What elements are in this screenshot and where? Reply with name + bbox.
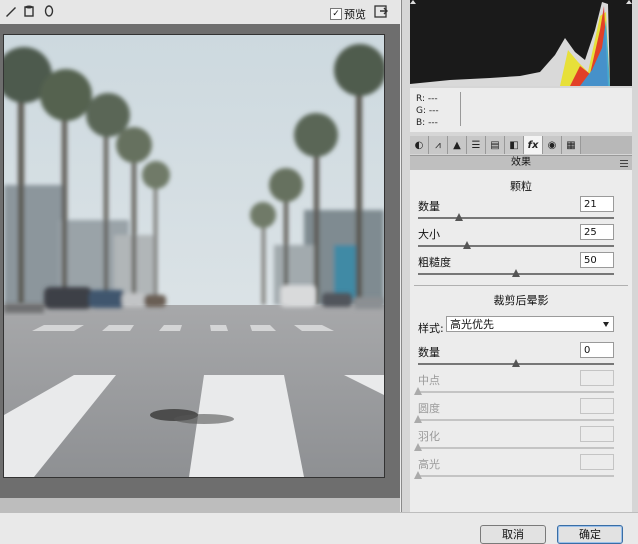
preview-label: 预览 [344, 8, 366, 21]
photo-preview [3, 34, 385, 478]
rgb-readout: R: --- G: --- B: --- [410, 88, 632, 132]
panel-tab-4[interactable]: ▤ [486, 136, 505, 154]
grain-size-input[interactable]: 25 [580, 224, 614, 240]
vignette-highlights-label: 高光 [418, 458, 440, 471]
grain-title: 颗粒 [510, 180, 532, 193]
section-header: 效果 [410, 155, 632, 171]
panel-menu-icon[interactable] [620, 159, 628, 167]
vignette-amount-slider-thumb[interactable] [512, 359, 520, 367]
preview-checkbox[interactable]: ✓ 预览 [330, 6, 366, 22]
grain-roughness-slider-thumb[interactable] [512, 269, 520, 277]
vignette-amount-input[interactable]: 0 [580, 342, 614, 358]
grain-size-label: 大小 [418, 228, 440, 241]
image-canvas[interactable] [0, 24, 400, 512]
panel-tabs: ◐ ⩘ ▲ ☰ ▤ ◧ fx ◉ ▦ [410, 136, 632, 154]
vignette-feather-slider-thumb [414, 443, 422, 451]
vignette-highlights-slider-thumb [414, 471, 422, 479]
preview-checkbox-box[interactable]: ✓ [330, 8, 342, 20]
panel-tab-6[interactable]: fx [524, 136, 543, 154]
dialog-footer: 取消 确定 [0, 512, 638, 544]
panel-tab-7[interactable]: ◉ [543, 136, 562, 154]
vignette-roundness-label: 圆度 [418, 402, 440, 415]
grain-amount-slider[interactable] [418, 213, 614, 221]
panel-tab-2[interactable]: ▲ [448, 136, 467, 154]
fullscreen-icon[interactable] [374, 4, 389, 19]
vignette-midpoint-slider-thumb [414, 387, 422, 395]
readout-divider [460, 92, 461, 126]
effects-controls: 颗粒 数量 21 大小 25 粗糙度 50 裁剪后晕影 样式: 高光优先 数量 0 中点圆度羽… [410, 170, 632, 512]
green-readout: G: --- [416, 106, 439, 116]
panel-tab-8[interactable]: ▦ [562, 136, 581, 154]
vignette-midpoint-input [580, 370, 614, 386]
panel-tab-3[interactable]: ☰ [467, 136, 486, 154]
panel-tab-0[interactable]: ◐ [410, 136, 429, 154]
grain-size-slider[interactable] [418, 241, 614, 249]
vignette-highlights-slider [414, 471, 614, 479]
panel-tab-1[interactable]: ⩘ [429, 136, 448, 154]
vignette-midpoint-slider [414, 387, 614, 395]
blue-readout: B: --- [416, 118, 438, 128]
style-select-value: 高光优先 [450, 318, 494, 331]
vignette-roundness-slider [414, 415, 614, 423]
grain-amount-label: 数量 [418, 200, 440, 213]
grain-size-slider-thumb[interactable] [463, 241, 471, 249]
histogram [410, 0, 632, 86]
vignette-highlights-input [580, 454, 614, 470]
vignette-feather-input [580, 426, 614, 442]
grain-roughness-slider[interactable] [418, 269, 614, 277]
vignette-feather-slider [414, 443, 614, 451]
vignette-roundness-slider-thumb [414, 415, 422, 423]
grain-roughness-input[interactable]: 50 [580, 252, 614, 268]
style-label: 样式: [418, 322, 444, 335]
vignette-amount-slider[interactable] [418, 359, 614, 367]
adjustments-panel: R: --- G: --- B: --- ◐ ⩘ ▲ ☰ ▤ ◧ fx ◉ ▦ 效果 颗粒 数量… [401, 0, 638, 512]
vignette-feather-label: 羽化 [418, 430, 440, 443]
grain-amount-input[interactable]: 21 [580, 196, 614, 212]
chevron-down-icon [603, 322, 609, 327]
grain-amount-slider-thumb[interactable] [455, 213, 464, 221]
top-toolbar: ✓ 预览 [0, 0, 400, 24]
section-title: 效果 [511, 157, 531, 168]
cylinder-icon[interactable] [22, 4, 36, 18]
canvas-scrollbar[interactable] [0, 498, 400, 512]
vignette-amount-label: 数量 [418, 346, 440, 359]
ellipse-icon[interactable] [42, 4, 56, 18]
style-select[interactable]: 高光优先 [446, 316, 614, 332]
vignette-title: 裁剪后晕影 [493, 294, 549, 307]
vignette-roundness-input [580, 398, 614, 414]
brush-icon[interactable] [4, 4, 18, 18]
red-readout: R: --- [416, 94, 438, 104]
section-divider [414, 285, 628, 286]
cancel-button[interactable]: 取消 [480, 525, 546, 544]
grain-roughness-label: 粗糙度 [418, 256, 451, 269]
ok-button[interactable]: 确定 [557, 525, 623, 544]
panel-tab-5[interactable]: ◧ [505, 136, 524, 154]
vignette-midpoint-label: 中点 [418, 374, 440, 387]
